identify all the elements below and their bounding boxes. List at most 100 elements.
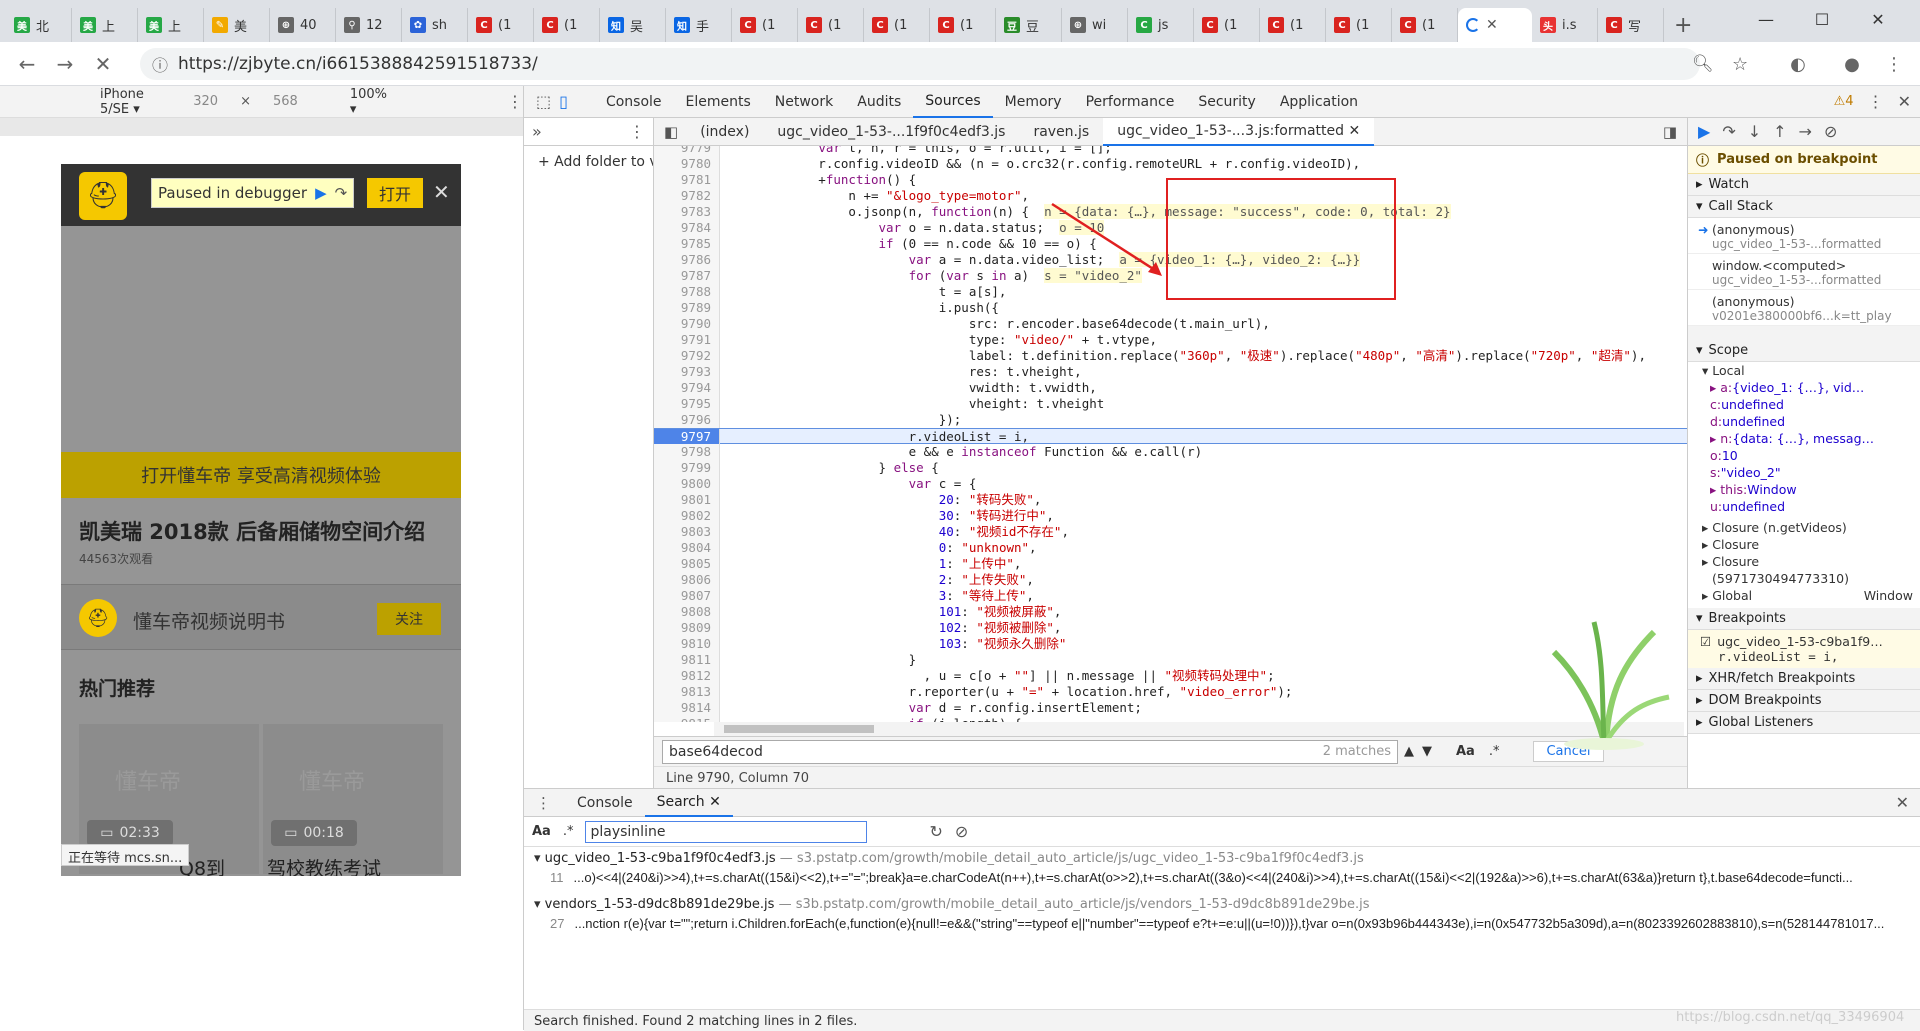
search-cancel-button[interactable]: Cancel bbox=[1533, 741, 1604, 762]
code-line[interactable]: 9814 var d = r.config.insertElement; bbox=[654, 700, 1687, 716]
line-number[interactable]: 9790 bbox=[654, 316, 720, 332]
emu-more-icon[interactable]: ⋮ bbox=[507, 92, 523, 111]
step-icon[interactable]: → bbox=[1799, 122, 1812, 141]
browser-tab[interactable]: C (1 bbox=[1260, 8, 1326, 42]
code-line[interactable]: 9788 t = a[s], bbox=[654, 284, 1687, 300]
search-result-file[interactable]: ▾ vendors_1-53-d9dc8b891de29be.js — s3b.… bbox=[524, 893, 1920, 939]
editor-tab[interactable]: raven.js bbox=[1019, 118, 1103, 146]
browser-tab[interactable]: C (1 bbox=[930, 8, 996, 42]
code-line[interactable]: 9790 src: r.encoder.base64decode(t.main_… bbox=[654, 316, 1687, 332]
clear-icon[interactable]: ⊘ bbox=[955, 822, 968, 841]
code-line[interactable]: 9812 , u = c[o + ""] || n.message || "视频… bbox=[654, 668, 1687, 684]
code-line[interactable]: 9802 30: "转码进行中", bbox=[654, 508, 1687, 524]
editor-tab[interactable]: (index) bbox=[686, 118, 763, 146]
code-line[interactable]: 9795 vheight: t.vheight bbox=[654, 396, 1687, 412]
breakpoint-item[interactable]: ☑ ugc_video_1-53-c9ba1f9… r.videoList = i… bbox=[1688, 630, 1920, 668]
browser-tab[interactable]: 美上 bbox=[72, 8, 138, 42]
browser-tab[interactable]: 豆豆 bbox=[996, 8, 1062, 42]
author-name[interactable]: 懂车帝视频说明书 bbox=[133, 607, 285, 634]
line-number[interactable]: 9808 bbox=[654, 604, 720, 620]
call-frame[interactable]: window.<computed> ugc_video_1-53-...forma… bbox=[1688, 254, 1920, 290]
browser-tab[interactable]: C (1 bbox=[798, 8, 864, 42]
code-view[interactable]: 9779 var t, n, r = this, o = r.util, i =… bbox=[654, 146, 1687, 722]
browser-tab[interactable]: 美北 bbox=[6, 8, 72, 42]
code-line[interactable]: 9781 +function() { bbox=[654, 172, 1687, 188]
editor-horizontal-scrollbar[interactable] bbox=[714, 722, 1684, 736]
close-header-icon[interactable]: ✕ bbox=[433, 180, 450, 204]
code-line[interactable]: 9809 102: "视频被删除", bbox=[654, 620, 1687, 636]
browser-tab[interactable]: ⊕ 40 bbox=[270, 8, 336, 42]
inspect-element-icon[interactable]: ⬚ bbox=[536, 92, 551, 111]
devtools-menu-icon[interactable]: ⋮ bbox=[1868, 92, 1884, 111]
local-scope-header[interactable]: ▾ Local bbox=[1688, 362, 1920, 379]
devtools-tab-application[interactable]: Application bbox=[1268, 86, 1370, 118]
scope-variable[interactable]: ▸ this: Window bbox=[1688, 481, 1920, 498]
follow-button[interactable]: 关注 bbox=[377, 603, 441, 635]
line-number[interactable]: 9781 bbox=[654, 172, 720, 188]
profile-avatar-icon[interactable]: ● bbox=[1838, 50, 1866, 78]
zoom-icon[interactable]: 🔍︎ bbox=[1692, 54, 1714, 74]
code-line[interactable]: 9801 20: "转码失败", bbox=[654, 492, 1687, 508]
emu-height[interactable]: 568 bbox=[273, 94, 298, 109]
device-toolbar-icon[interactable]: ▯ bbox=[559, 92, 568, 111]
browser-tab[interactable]: 知吴 bbox=[600, 8, 666, 42]
open-app-button[interactable]: 打开 bbox=[367, 178, 423, 208]
line-number[interactable]: 9797 bbox=[654, 429, 720, 445]
browser-tab[interactable]: C (1 bbox=[468, 8, 534, 42]
devtools-tab-audits[interactable]: Audits bbox=[845, 86, 913, 118]
window-minimize-button[interactable]: — bbox=[1738, 0, 1794, 38]
add-folder-button[interactable]: + Add folder to v bbox=[524, 146, 653, 178]
checkbox-checked-icon[interactable]: ☑ bbox=[1700, 634, 1711, 649]
scope-variable[interactable]: ▸ a: {video_1: {…}, vid… bbox=[1688, 379, 1920, 396]
drawer-menu-icon[interactable]: ⋮ bbox=[536, 794, 551, 812]
devtools-tab-sources[interactable]: Sources bbox=[913, 86, 993, 118]
scope-section[interactable]: ▾ Scope bbox=[1688, 340, 1920, 362]
line-number[interactable]: 9805 bbox=[654, 556, 720, 572]
emu-width[interactable]: 320 bbox=[193, 94, 218, 109]
code-line[interactable]: 9786 var a = n.data.video_list; a = {vid… bbox=[654, 252, 1687, 268]
browser-tab[interactable]: 头 i.s bbox=[1532, 8, 1598, 42]
code-line[interactable]: 9784 var o = n.data.status; o = 10 bbox=[654, 220, 1687, 236]
resume-icon[interactable]: ▶︎ bbox=[1698, 122, 1710, 141]
line-number[interactable]: 9787 bbox=[654, 268, 720, 284]
result-line[interactable]: 27 ...nction r(e){var t="";return i.Child… bbox=[534, 912, 1911, 935]
bookmark-star-icon[interactable]: ☆ bbox=[1732, 54, 1748, 75]
devtools-close-icon[interactable]: ✕ bbox=[1898, 92, 1911, 111]
line-number[interactable]: 9812 bbox=[654, 668, 720, 684]
line-number[interactable]: 9798 bbox=[654, 444, 720, 460]
line-number[interactable]: 9809 bbox=[654, 620, 720, 636]
omnibox[interactable]: ⓘ https://zjbyte.cn/i6615388842591518733… bbox=[140, 48, 1748, 80]
code-line[interactable]: 9780 r.config.videoID && (n = o.crc32(r.… bbox=[654, 156, 1687, 172]
more-tabs-icon[interactable]: » bbox=[532, 122, 542, 141]
line-number[interactable]: 9802 bbox=[654, 508, 720, 524]
extension-icon[interactable]: ◐ bbox=[1784, 50, 1812, 78]
prev-match-icon[interactable]: ▲ bbox=[1404, 744, 1414, 759]
line-number[interactable]: 9779 bbox=[654, 146, 720, 156]
recommend-thumb[interactable]: 懂车帝 ▭ 00:18 bbox=[263, 724, 443, 874]
regex-toggle[interactable]: .* bbox=[1489, 744, 1500, 759]
phone-viewport[interactable]: ⛑ Paused in debugger ▶︎ ↷ 打开 ✕ 打开懂车帝 享受高… bbox=[61, 164, 461, 876]
code-line[interactable]: 9807 3: "等待上传", bbox=[654, 588, 1687, 604]
line-number[interactable]: 9786 bbox=[654, 252, 720, 268]
tab-close-icon[interactable]: ✕ bbox=[1486, 17, 1498, 33]
browser-tab-active[interactable]: ✕ bbox=[1458, 8, 1532, 42]
drawer-tab[interactable]: Search ✕ bbox=[644, 789, 733, 817]
line-number[interactable]: 9813 bbox=[654, 684, 720, 700]
line-number[interactable]: 9806 bbox=[654, 572, 720, 588]
drawer-tab[interactable]: Console bbox=[565, 789, 645, 817]
video-player[interactable] bbox=[61, 226, 461, 452]
line-number[interactable]: 9795 bbox=[654, 396, 720, 412]
line-number[interactable]: 9804 bbox=[654, 540, 720, 556]
step-into-icon[interactable]: ↓ bbox=[1748, 122, 1761, 141]
scope-variable[interactable]: s: "video_2" bbox=[1688, 464, 1920, 481]
code-line[interactable]: 9808 101: "视频被屏蔽", bbox=[654, 604, 1687, 620]
browser-tab[interactable]: C (1 bbox=[1392, 8, 1458, 42]
drawer-close-icon[interactable]: ✕ bbox=[1896, 793, 1909, 812]
line-number[interactable]: 9801 bbox=[654, 492, 720, 508]
closure-scope[interactable]: ▸ Closure (n.getVideos) bbox=[1688, 519, 1920, 536]
code-line[interactable]: 9798 e && e instanceof Function && e.cal… bbox=[654, 444, 1687, 460]
devtools-tab-elements[interactable]: Elements bbox=[674, 86, 763, 118]
browser-tab[interactable]: C (1 bbox=[534, 8, 600, 42]
line-number[interactable]: 9788 bbox=[654, 284, 720, 300]
watch-section[interactable]: ▸ Watch bbox=[1688, 174, 1920, 196]
